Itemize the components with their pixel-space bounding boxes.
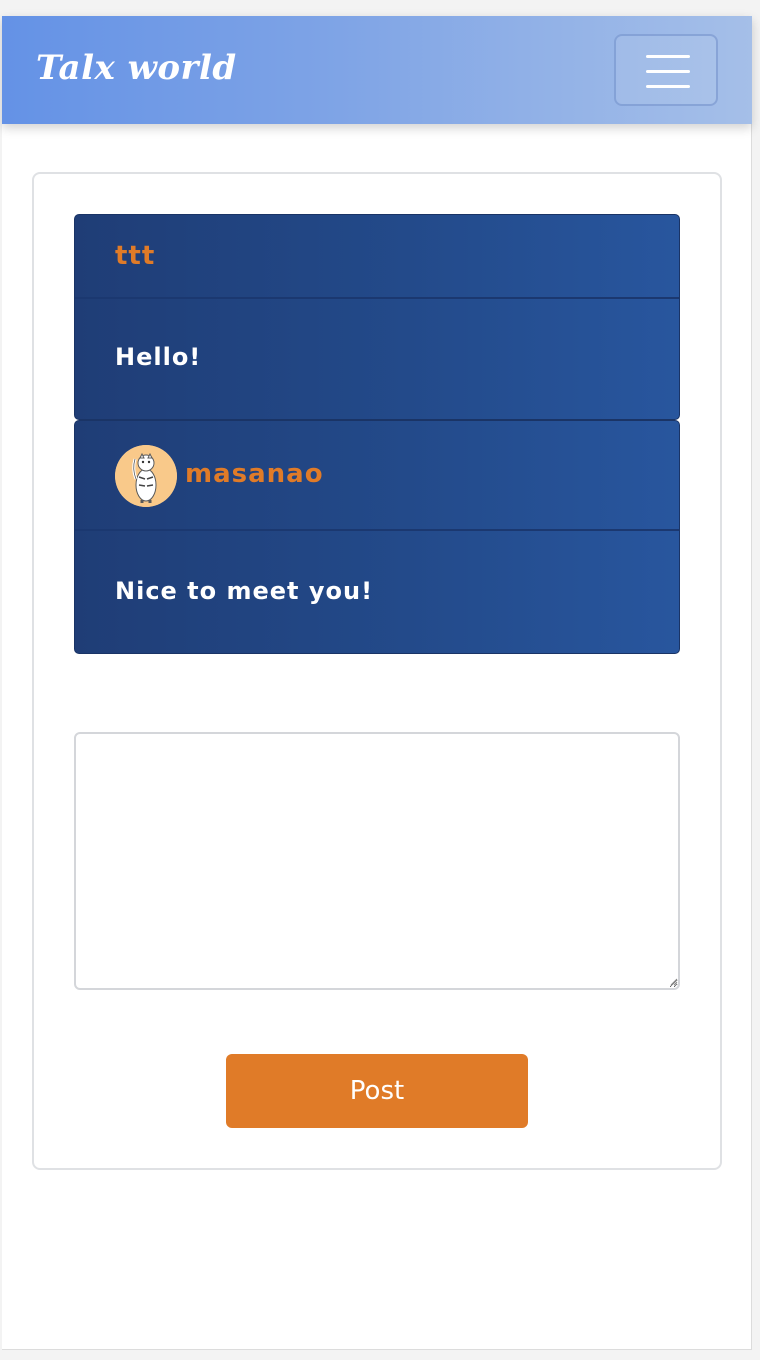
- message-item: ttt Hello!: [74, 214, 680, 420]
- page: Talx world ttt Hello! masanao Nice to me…: [2, 16, 752, 1350]
- menu-toggle-button[interactable]: [614, 34, 718, 106]
- message-username: ttt: [115, 241, 156, 271]
- post-button[interactable]: Post: [226, 1054, 528, 1128]
- message-item: masanao Nice to meet you!: [74, 420, 680, 654]
- tiger-avatar-icon: [115, 445, 177, 507]
- resize-handle-icon[interactable]: [668, 976, 678, 986]
- navbar: Talx world: [2, 16, 752, 124]
- chat-card: ttt Hello! masanao Nice to meet you! Pos…: [32, 172, 722, 1170]
- hamburger-menu-icon: [646, 55, 690, 89]
- message-text: Hello!: [115, 343, 202, 371]
- message-header: ttt: [75, 215, 679, 299]
- message-username: masanao: [185, 459, 324, 489]
- brand-logo[interactable]: Talx world: [36, 46, 237, 90]
- message-input[interactable]: [74, 732, 680, 990]
- message-header: masanao: [75, 421, 679, 531]
- message-text: Nice to meet you!: [115, 577, 374, 605]
